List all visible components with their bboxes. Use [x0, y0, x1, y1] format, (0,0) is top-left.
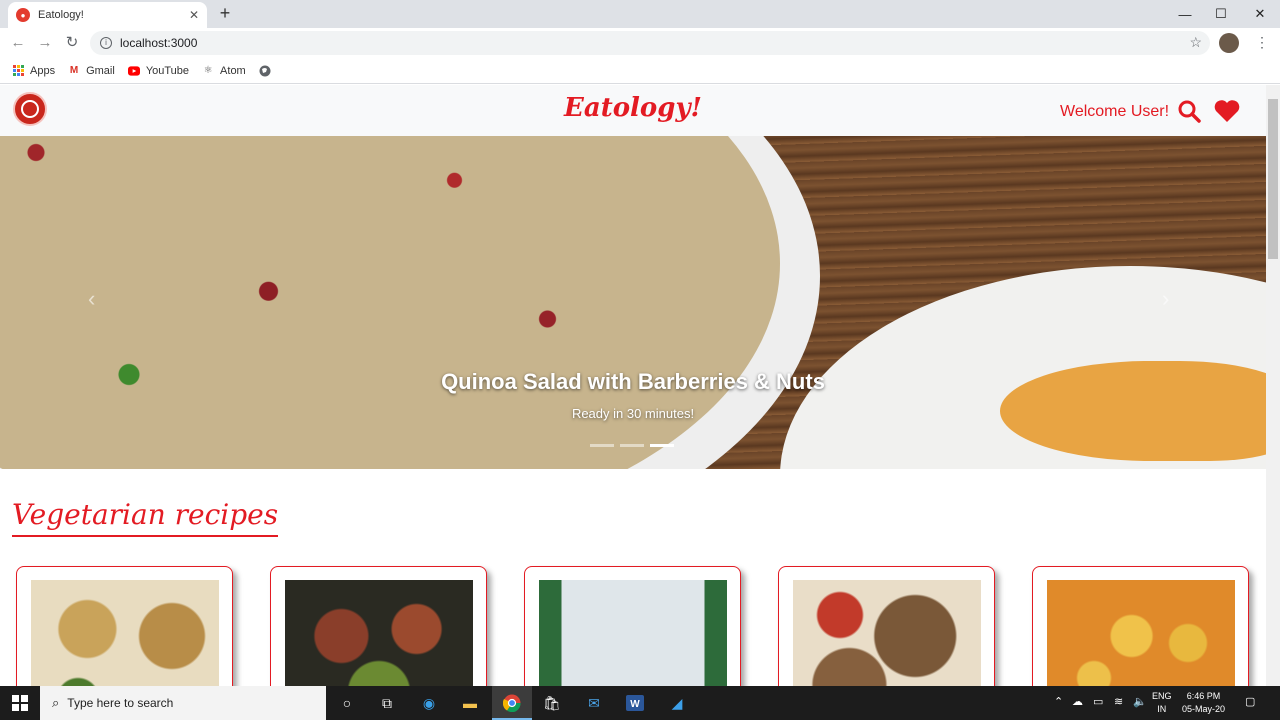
recipe-card[interactable] [524, 566, 741, 686]
recipe-card[interactable] [16, 566, 233, 686]
tray-chevron-icon[interactable]: ⌃ [1054, 695, 1063, 708]
recipe-image-cookies[interactable] [793, 580, 981, 686]
recipe-card[interactable] [1032, 566, 1249, 686]
window-close-button[interactable]: ✕ [1237, 0, 1280, 28]
carousel-indicator-2[interactable] [620, 444, 644, 447]
taskbar-search-box[interactable]: ⌕ Type here to search [40, 686, 326, 720]
eatology-favicon-icon: ● [16, 8, 30, 22]
atom-icon: ⚛ [203, 65, 213, 76]
recipe-image-berry-tart[interactable] [539, 580, 727, 686]
carousel-next-icon[interactable]: › [1162, 286, 1169, 312]
language-indicator[interactable]: ENG IN [1152, 690, 1172, 716]
site-info-icon[interactable]: i [100, 37, 112, 49]
system-clock[interactable]: 6:46 PM 05-May-20 [1182, 690, 1225, 716]
search-icon: ⌕ [52, 695, 60, 710]
bookmark-youtube[interactable]: YouTube [127, 64, 190, 77]
bookmark-label: Apps [30, 64, 56, 77]
gmail-icon: M [69, 65, 79, 76]
bookmark-label: YouTube [145, 64, 190, 77]
section-title: Vegetarian recipes [12, 498, 279, 537]
carousel-caption-subtitle: Ready in 30 minutes! [571, 406, 695, 421]
wifi-icon[interactable]: ≋ [1114, 695, 1123, 708]
carousel-indicator-3[interactable] [650, 444, 674, 447]
scrollbar-thumb[interactable] [1268, 99, 1278, 259]
mail-icon[interactable]: ✉ [582, 691, 606, 715]
search-icon[interactable] [1177, 99, 1201, 123]
bookmarks-bar: Apps M Gmail YouTube ⚛ Atom [0, 58, 1280, 84]
recipe-image-muffins[interactable] [31, 580, 219, 686]
clock-time: 6:46 PM [1186, 691, 1221, 701]
carousel-indicators [590, 444, 674, 447]
back-arrow-icon[interactable]: ← [8, 33, 28, 53]
cortana-icon[interactable]: ○ [335, 691, 359, 715]
start-button[interactable] [0, 686, 40, 720]
onedrive-icon[interactable]: ☁ [1072, 695, 1083, 708]
youtube-icon [127, 65, 140, 77]
menu-kebab-icon[interactable]: ⋮ [1255, 34, 1269, 51]
browser-toolbar: ← → ↻ i localhost:3000 ☆ [0, 28, 1280, 58]
profile-avatar[interactable] [1219, 33, 1239, 53]
notification-icon[interactable]: ▢ [1245, 695, 1255, 708]
reload-icon[interactable]: ↻ [62, 33, 82, 53]
bookmark-globe[interactable] [259, 65, 277, 77]
globe-icon [259, 65, 271, 77]
favorites-heart-icon[interactable] [1214, 99, 1240, 123]
apps-grid-icon [12, 65, 24, 77]
store-icon[interactable]: 🛍 [540, 691, 564, 715]
file-explorer-icon[interactable]: ▬ [458, 691, 482, 715]
word-icon[interactable]: W [623, 691, 647, 715]
lang-line2: IN [1157, 704, 1167, 714]
battery-icon[interactable]: ▭ [1093, 695, 1103, 708]
bookmark-apps[interactable]: Apps [12, 65, 55, 77]
lang-line1: ENG [1152, 691, 1172, 701]
bookmark-label: Atom [220, 64, 246, 77]
page-viewport: Eatology! Welcome User! ‹ › Quinoa Salad… [0, 85, 1280, 686]
page-scrollbar[interactable] [1266, 85, 1280, 686]
browser-tab-strip: ● Eatology! ✕ + — ☐ ✕ [0, 0, 1280, 28]
windows-taskbar: ⌕ Type here to search ○ ⧉ ◉ ▬ 🛍 ✉ W ◢ ⌃ … [0, 686, 1280, 720]
tab-title: Eatology! [38, 9, 84, 21]
vscode-icon[interactable]: ◢ [665, 691, 689, 715]
url-text: localhost:3000 [120, 36, 198, 50]
bookmark-label: Gmail [86, 64, 115, 77]
recipe-image-tomato-bites[interactable] [285, 580, 473, 686]
taskbar-search-placeholder: Type here to search [67, 696, 174, 710]
browser-tab[interactable]: ● Eatology! ✕ [8, 2, 207, 28]
edge-icon[interactable]: ◉ [417, 691, 441, 715]
task-view-icon[interactable]: ⧉ [375, 691, 399, 715]
carousel-prev-icon[interactable]: ‹ [88, 286, 95, 312]
carousel-indicator-1[interactable] [590, 444, 614, 447]
recipe-card-list [16, 566, 1249, 686]
recipe-carousel: ‹ › Quinoa Salad with Barberries & Nuts … [0, 136, 1266, 469]
tab-close-icon[interactable]: ✕ [189, 8, 199, 22]
windows-logo-icon [12, 695, 28, 711]
recipe-card[interactable] [270, 566, 487, 686]
carousel-caption-title: Quinoa Salad with Barberries & Nuts [441, 369, 825, 394]
bookmark-star-icon[interactable]: ☆ [1189, 34, 1202, 51]
recipe-card[interactable] [778, 566, 995, 686]
bookmark-atom[interactable]: ⚛ Atom [202, 65, 246, 77]
svg-text:W: W [630, 699, 640, 710]
bookmark-gmail[interactable]: M Gmail [68, 65, 115, 77]
volume-icon[interactable]: 🔈 [1133, 695, 1147, 708]
address-bar[interactable]: i localhost:3000 ☆ [90, 31, 1210, 55]
site-navbar: Eatology! Welcome User! [0, 85, 1266, 136]
new-tab-button[interactable]: + [215, 4, 235, 24]
chrome-icon[interactable] [500, 691, 524, 715]
clock-date: 05-May-20 [1182, 704, 1226, 714]
recipe-image-paneer-curry[interactable] [1047, 580, 1235, 686]
forward-arrow-icon[interactable]: → [35, 33, 55, 53]
welcome-user-link[interactable]: Welcome User! [1060, 103, 1169, 121]
